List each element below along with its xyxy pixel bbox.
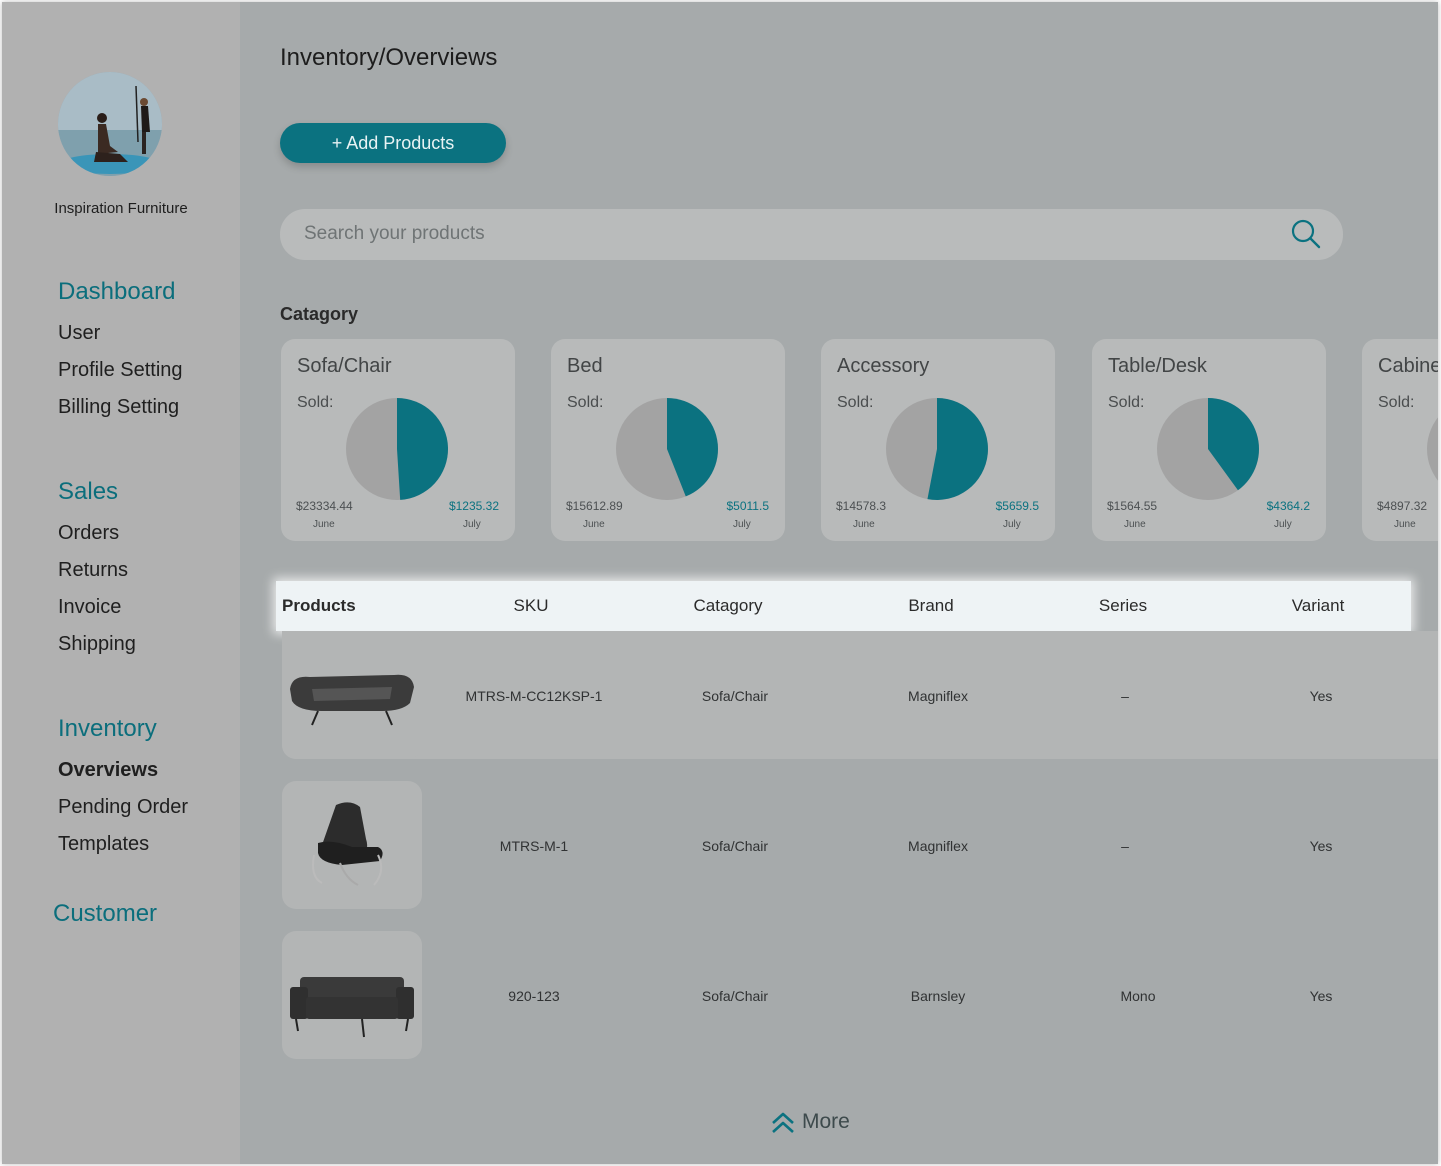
june-sales-value: $23334.44 [296, 499, 353, 513]
table-header: Products SKU Catagory Brand Series Varia… [276, 581, 1411, 631]
product-thumbnail[interactable] [282, 631, 422, 759]
july-label: July [463, 519, 481, 530]
sales-pie-chart [1157, 398, 1260, 500]
sofa-modern-icon [290, 674, 414, 726]
series-cell: – [1121, 688, 1129, 704]
july-sales-value: $5011.5 [726, 499, 770, 513]
sales-pie-chart [616, 398, 718, 500]
series-cell: – [1121, 838, 1129, 854]
column-header-brand[interactable]: Brand [908, 596, 953, 616]
june-sales-value: $1564.55 [1107, 499, 1158, 513]
main-content: Inventory/Overviews + Add Products Searc… [240, 2, 1438, 1164]
june-sales-value: $4897.32 [1377, 499, 1428, 513]
column-header-sku[interactable]: SKU [514, 596, 549, 616]
product-thumbnail[interactable] [282, 931, 422, 1059]
double-chevron-up-icon [772, 1112, 794, 1133]
couch-icon [290, 977, 414, 1038]
search-input[interactable]: Search your products [304, 223, 485, 245]
card-sold-label: Sold: [837, 394, 874, 411]
series-cell: Mono [1120, 988, 1156, 1004]
variant-cell: Yes [1309, 838, 1333, 854]
page-title: Inventory/Overviews [280, 44, 498, 71]
nav-item-pending-order[interactable]: Pending Order [58, 796, 188, 819]
brand-cell: Barnsley [910, 988, 966, 1004]
sku-cell: 920-123 [508, 988, 560, 1004]
pie-slice-july [397, 398, 449, 500]
nav-section-dashboard[interactable]: Dashboard [58, 278, 175, 306]
july-label: July [1003, 519, 1021, 530]
card-title: Table/Desk [1108, 355, 1207, 377]
june-label: June [1124, 519, 1146, 530]
sales-pie-chart [346, 398, 449, 500]
card-title: Bed [567, 355, 603, 377]
nav-item-shipping[interactable]: Shipping [58, 633, 136, 656]
column-header-variant[interactable]: Variant [1292, 596, 1345, 616]
nav-item-templates[interactable]: Templates [58, 833, 149, 856]
nav-section-inventory[interactable]: Inventory [58, 715, 157, 743]
card-sold-label: Sold: [567, 394, 604, 411]
avatar[interactable] [58, 72, 162, 176]
sku-cell: MTRS-M-1 [499, 838, 569, 854]
brand-cell: Magniflex [908, 838, 968, 854]
july-sales-value: $5659.5 [995, 499, 1039, 513]
pie-slice-june [1427, 417, 1438, 481]
june-label: June [313, 519, 335, 530]
june-label: June [583, 519, 605, 530]
category-card[interactable]: Accessory Sold: $14578.3 $5659.5 June Ju… [821, 339, 1055, 541]
column-header-series[interactable]: Series [1099, 596, 1147, 616]
nav-item-orders[interactable]: Orders [58, 522, 119, 545]
variant-cell: Yes [1309, 688, 1333, 704]
sidebar: Inspiration Furniture Dashboard User Pro… [2, 2, 240, 1164]
card-title: Sofa/Chair [297, 355, 392, 377]
category-cell: Sofa/Chair [701, 688, 769, 704]
june-label: June [853, 519, 875, 530]
card-sold-label: Sold: [1378, 394, 1415, 411]
sales-pie-chart [1427, 417, 1438, 481]
app-window: Inspiration Furniture Dashboard User Pro… [2, 2, 1438, 1164]
more-label: More [802, 1110, 850, 1133]
card-sold-label: Sold: [1108, 394, 1145, 411]
july-sales-value: $1235.32 [448, 499, 499, 513]
sku-cell: MTRS-M-CC12KSP-1 [465, 688, 603, 704]
column-header-products[interactable]: Products [282, 596, 356, 616]
search-icon[interactable] [1290, 218, 1322, 250]
table-row[interactable] [282, 631, 1438, 759]
company-name: Inspiration Furniture [54, 200, 188, 217]
nav-item-returns[interactable]: Returns [58, 559, 128, 582]
avatar-photo [58, 72, 162, 176]
nav-item-invoice[interactable]: Invoice [58, 596, 121, 619]
july-sales-value: $4364.2 [1266, 499, 1310, 513]
recliner-chair-icon [312, 802, 383, 886]
category-card[interactable]: Bed Sold: $15612.89 $5011.5 June July [551, 339, 785, 541]
july-label: July [1274, 519, 1292, 530]
june-sales-value: $15612.89 [566, 499, 623, 513]
add-products-button[interactable]: + Add Products [280, 123, 506, 163]
category-card[interactable]: Sofa/Chair Sold: $23334.44 $1235.32 June… [281, 339, 515, 541]
nav-section-sales[interactable]: Sales [58, 478, 118, 506]
category-label: Catagory [280, 304, 359, 324]
category-cell: Sofa/Chair [701, 988, 769, 1004]
category-card[interactable]: Table/Desk Sold: $1564.55 $4364.2 June J… [1092, 339, 1326, 541]
product-thumbnail[interactable] [282, 781, 422, 909]
more-button[interactable]: More [770, 1110, 850, 1134]
june-sales-value: $14578.3 [836, 499, 887, 513]
brand-cell: Magniflex [908, 688, 968, 704]
card-title: Cabinet [1378, 355, 1438, 377]
july-label: July [733, 519, 751, 530]
sales-pie-chart [886, 398, 988, 500]
nav-item-profile-setting[interactable]: Profile Setting [58, 359, 183, 382]
nav-section-customer[interactable]: Customer [53, 900, 157, 928]
column-header-category[interactable]: Catagory [694, 596, 763, 616]
card-sold-label: Sold: [297, 394, 334, 411]
nav-item-billing-setting[interactable]: Billing Setting [58, 396, 179, 419]
nav-item-overviews[interactable]: Overviews [58, 759, 158, 782]
category-cell: Sofa/Chair [701, 838, 769, 854]
variant-cell: Yes [1309, 988, 1333, 1004]
card-title: Accessory [837, 355, 930, 377]
nav-item-user[interactable]: User [58, 322, 100, 345]
june-label: June [1394, 519, 1416, 530]
search-bar[interactable]: Search your products [280, 209, 1343, 260]
category-card[interactable]: Cabinet Sold: $4897.32 June [1362, 339, 1438, 541]
